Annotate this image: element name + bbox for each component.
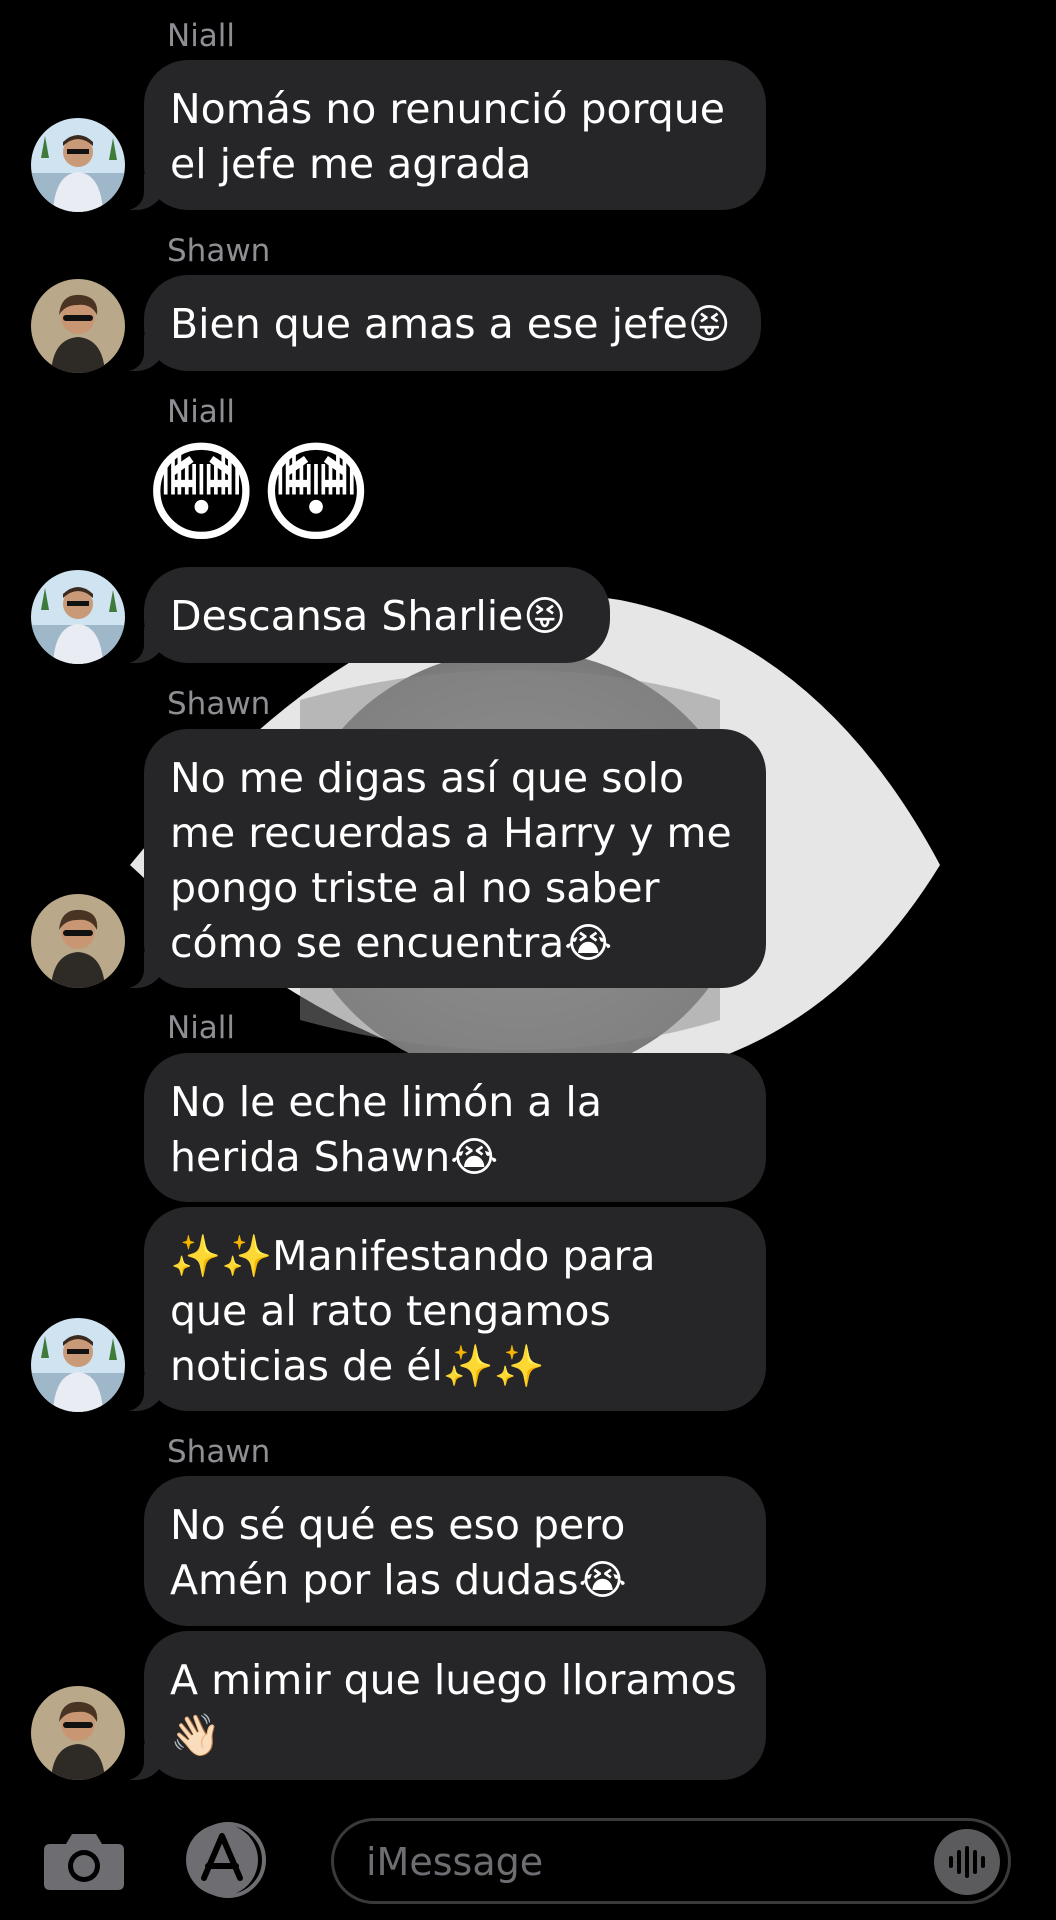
sender-name: Niall xyxy=(167,18,236,54)
sender-name: Shawn xyxy=(167,233,271,269)
message-bubble[interactable]: No le eche limón a la herida Shawn😭 xyxy=(144,1053,766,1202)
message-input[interactable] xyxy=(364,1831,908,1893)
compose-bar xyxy=(0,1800,1056,1920)
audio-record-button[interactable] xyxy=(934,1829,1000,1895)
sender-name: Niall xyxy=(167,1010,236,1046)
app-store-button[interactable] xyxy=(182,1822,278,1898)
message-bubble[interactable]: No sé qué es eso pero Amén por las dudas… xyxy=(144,1476,766,1626)
message-thread: Niall Nomás no renunció porque el jefe m… xyxy=(0,0,1056,1800)
app-store-icon xyxy=(186,1822,266,1898)
avatar-niall[interactable] xyxy=(31,118,125,212)
message-bubble[interactable]: Descansa Sharlie😝 xyxy=(118,567,610,663)
avatar-niall[interactable] xyxy=(31,570,125,664)
camera-icon xyxy=(44,1834,124,1890)
message-bubble[interactable]: No me digas así que solo me recuerdas a … xyxy=(118,729,766,988)
sender-name: Shawn xyxy=(167,686,271,722)
message-bubble[interactable]: Bien que amas a ese jefe😝 xyxy=(118,275,761,371)
message-input-field[interactable] xyxy=(331,1818,1011,1904)
camera-button[interactable] xyxy=(42,1830,126,1892)
message-bubble[interactable]: A mimir que luego lloramos 👋🏻 xyxy=(118,1631,766,1780)
sender-name: Shawn xyxy=(167,1434,271,1470)
avatar-shawn[interactable] xyxy=(31,279,125,373)
sender-name: Niall xyxy=(167,394,236,430)
avatar-shawn[interactable] xyxy=(31,1686,125,1780)
emoji-message[interactable]: 😳😳 xyxy=(144,438,373,548)
avatar-niall[interactable] xyxy=(31,1318,125,1412)
message-bubble[interactable]: ✨✨Manifestando para que al rato tengamos… xyxy=(118,1207,766,1411)
audio-waveform-icon xyxy=(949,1846,985,1878)
avatar-shawn[interactable] xyxy=(31,894,125,988)
message-bubble[interactable]: Nomás no renunció porque el jefe me agra… xyxy=(118,60,766,210)
